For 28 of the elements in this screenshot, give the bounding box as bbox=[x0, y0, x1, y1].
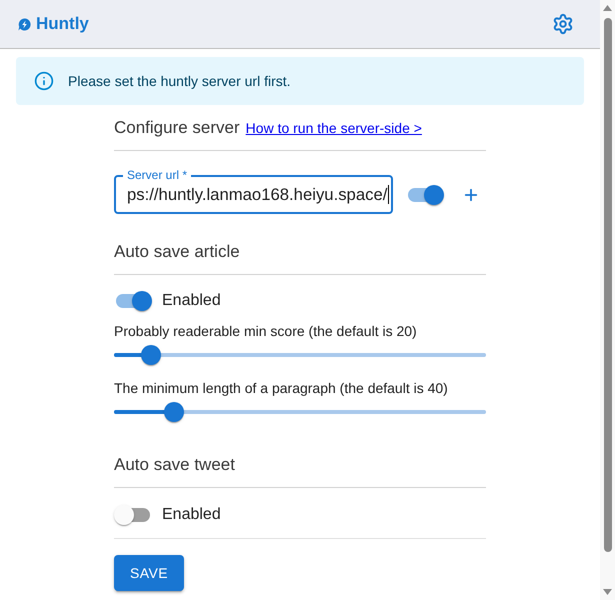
text-cursor-icon bbox=[388, 185, 390, 204]
field-label: Server url * bbox=[123, 168, 192, 182]
settings-icon bbox=[552, 13, 574, 35]
section-heading: Auto save article bbox=[114, 241, 240, 263]
server-help-link[interactable]: How to run the server-side > bbox=[246, 116, 422, 140]
server-url-field[interactable]: Server url * ps://huntly.lanmao168.heiyu.space/ bbox=[114, 166, 393, 214]
toggle-switch[interactable] bbox=[406, 184, 444, 204]
scrollbar-thumb[interactable] bbox=[604, 18, 612, 552]
toggle-label: Enabled bbox=[162, 506, 221, 524]
toggle-switch[interactable] bbox=[114, 504, 152, 524]
toggle-label: Enabled bbox=[162, 292, 221, 310]
slider-track[interactable] bbox=[114, 402, 486, 422]
section-heading: Configure server bbox=[114, 117, 240, 139]
slider-thumb[interactable] bbox=[164, 402, 184, 422]
save-button[interactable]: SAVE bbox=[114, 555, 184, 591]
settings-button[interactable] bbox=[552, 13, 574, 35]
slider-track[interactable] bbox=[114, 345, 486, 365]
slider-label: The minimum length of a paragraph (the default is 40) bbox=[114, 379, 449, 398]
app-title: Huntly bbox=[36, 14, 89, 34]
slider-thumb[interactable] bbox=[141, 345, 162, 365]
logo-icon bbox=[18, 18, 31, 30]
scroll-down-arrow-icon[interactable] bbox=[603, 589, 612, 595]
section-heading: Auto save tweet bbox=[114, 454, 235, 476]
info-icon bbox=[34, 71, 54, 91]
toggle-switch[interactable] bbox=[114, 291, 152, 311]
alert-message: Please set the huntly server url first. bbox=[68, 73, 291, 89]
scroll-up-arrow-icon[interactable] bbox=[603, 5, 612, 11]
slider-label: Probably readerable min score (the default is 20) bbox=[114, 322, 418, 341]
